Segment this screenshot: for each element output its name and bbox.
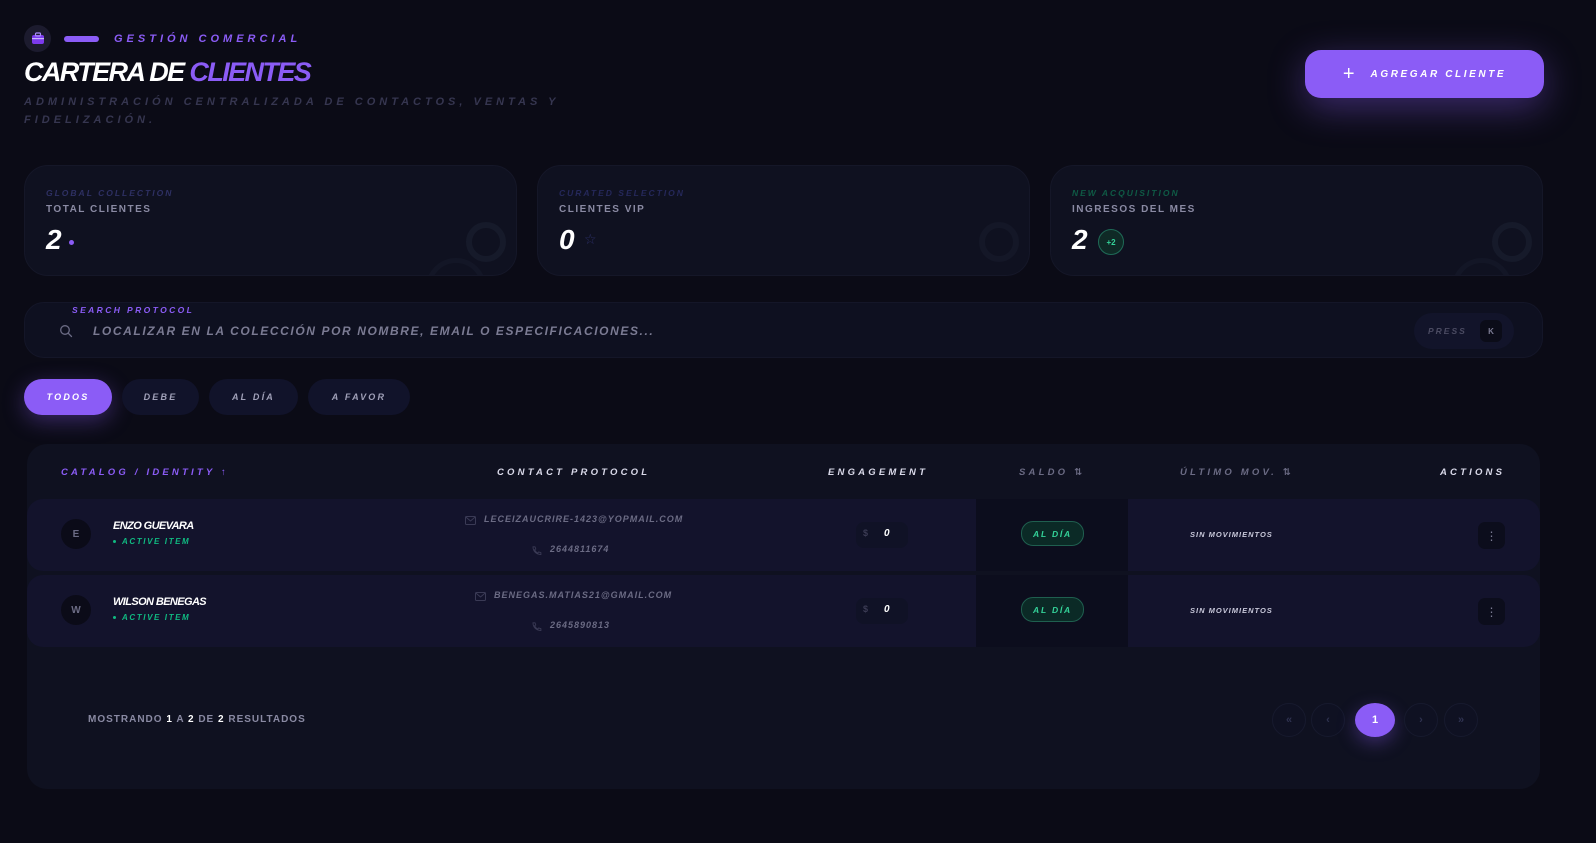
stat-card-total-clients: GLOBAL COLLECTION TOTAL CLIENTES 2 xyxy=(24,165,517,276)
engagement-value: 0 xyxy=(884,528,890,539)
phone-icon xyxy=(532,622,542,631)
stat-card-monthly-income: NEW ACQUISITION INGRESOS DEL MES 2 xyxy=(1050,165,1543,276)
results-prefix: MOSTRANDO xyxy=(88,714,163,725)
client-status-label: ACTIVE ITEM xyxy=(122,613,191,622)
search-input[interactable] xyxy=(93,319,993,343)
filter-a-favor[interactable]: A FAVOR xyxy=(308,379,410,415)
results-to: 2 xyxy=(187,714,195,725)
status-dot-icon xyxy=(113,616,116,620)
phone-icon xyxy=(532,546,542,555)
results-suffix: RESULTADOS xyxy=(228,714,306,725)
client-name[interactable]: ENZO GUEVARA xyxy=(113,520,194,532)
column-header-last-movement[interactable]: ÚLTIMO MOV. ⇅ xyxy=(1180,467,1294,478)
client-email[interactable]: LECEIZAUCRIRE-1423@YOPMAIL.COM xyxy=(484,514,683,524)
results-sep1: A xyxy=(176,714,185,725)
next-page-button[interactable]: › xyxy=(1404,703,1438,737)
add-client-button[interactable]: + AGREGAR CLIENTE xyxy=(1305,50,1544,98)
search-icon xyxy=(60,325,73,338)
status-badge: AL DÍA xyxy=(1021,521,1084,546)
star-icon: ☆ xyxy=(584,231,597,247)
results-from: 1 xyxy=(166,714,173,725)
page-1-button[interactable]: 1 xyxy=(1355,703,1395,737)
plus-icon: + xyxy=(1342,63,1355,85)
accent-dot-icon xyxy=(69,240,74,245)
client-status: ACTIVE ITEM xyxy=(113,613,190,622)
column-header-contact: CONTACT PROTOCOL xyxy=(497,467,651,478)
filter-al-dia[interactable]: AL DÍA xyxy=(209,379,298,415)
column-header-identity[interactable]: CATALOG / IDENTITY ↑ xyxy=(61,467,229,478)
stat-value: 0 xyxy=(559,224,575,255)
page-subtitle: ADMINISTRACIÓN CENTRALIZADA DE CONTACTOS… xyxy=(24,96,560,126)
new-clients-badge: +2 xyxy=(1098,229,1124,255)
mail-icon xyxy=(475,592,486,601)
filter-todos[interactable]: TODOS xyxy=(24,379,112,415)
results-summary: MOSTRANDO 1 A 2 DE 2 RESULTADOS xyxy=(88,714,306,725)
stat-value: 2 xyxy=(1072,224,1088,255)
column-header-actions: ACTIONS xyxy=(1440,467,1506,478)
decorative-ring-icon xyxy=(979,222,1019,262)
add-client-label: AGREGAR CLIENTE xyxy=(1370,68,1507,80)
status-badge: AL DÍA xyxy=(1021,597,1084,622)
row-actions-button[interactable]: ⋮ xyxy=(1478,522,1505,549)
engagement-value: 0 xyxy=(884,604,890,615)
last-movement: SIN MOVIMIENTOS xyxy=(1190,530,1273,539)
stat-kicker: NEW ACQUISITION xyxy=(1072,188,1180,198)
decorative-ring-icon xyxy=(1492,222,1532,262)
column-header-engagement: ENGAGEMENT xyxy=(828,467,929,478)
briefcase-icon xyxy=(24,25,51,52)
client-status-label: ACTIVE ITEM xyxy=(122,537,191,546)
stat-label: CLIENTES VIP xyxy=(559,204,646,215)
results-total: 2 xyxy=(218,714,225,725)
page-title-main: CARTERA DE xyxy=(24,57,185,87)
page-title: CARTERA DE CLIENTES xyxy=(24,56,312,88)
dollar-icon: $ xyxy=(863,528,869,538)
mail-icon xyxy=(465,516,476,525)
more-vertical-icon: ⋮ xyxy=(1485,604,1498,619)
page-title-accent: CLIENTES xyxy=(189,57,311,87)
last-movement: SIN MOVIMIENTOS xyxy=(1190,606,1273,615)
last-page-button[interactable]: » xyxy=(1444,703,1478,737)
client-email[interactable]: BENEGAS.MATIAS21@GMAIL.COM xyxy=(494,590,672,600)
stat-label: TOTAL CLIENTES xyxy=(46,204,152,215)
table-row[interactable]: W WILSON BENEGAS ACTIVE ITEM BENEGAS.MAT… xyxy=(27,575,1540,647)
client-phone[interactable]: 2644811674 xyxy=(550,544,609,554)
stat-card-vip-clients: CURATED SELECTION CLIENTES VIP 0 xyxy=(537,165,1030,276)
filter-debe[interactable]: DEBE xyxy=(122,379,199,415)
decorative-ring-icon xyxy=(1452,258,1512,275)
eyebrow-label: GESTIÓN COMERCIAL xyxy=(114,32,302,45)
more-vertical-icon: ⋮ xyxy=(1485,528,1498,543)
status-dot-icon xyxy=(113,540,116,544)
stat-value: 2 xyxy=(46,224,62,255)
table-row[interactable]: E ENZO GUEVARA ACTIVE ITEM LECEIZAUCRIRE… xyxy=(27,499,1540,571)
prev-page-button[interactable]: ‹ xyxy=(1311,703,1345,737)
first-page-button[interactable]: « xyxy=(1272,703,1306,737)
client-status: ACTIVE ITEM xyxy=(113,537,190,546)
avatar: E xyxy=(61,519,91,549)
column-header-saldo[interactable]: SALDO ⇅ xyxy=(1019,467,1085,478)
eyebrow-bar xyxy=(64,35,99,42)
header-eyebrow: GESTIÓN COMERCIAL xyxy=(24,25,301,52)
results-sep2: DE xyxy=(198,714,215,725)
shortcut-key: K xyxy=(1480,320,1502,342)
decorative-ring-icon xyxy=(426,258,486,275)
search-label: SEARCH PROTOCOL xyxy=(72,305,195,315)
avatar: W xyxy=(61,595,91,625)
client-name[interactable]: WILSON BENEGAS xyxy=(113,596,207,608)
client-phone[interactable]: 2645890813 xyxy=(550,620,610,630)
stat-kicker: GLOBAL COLLECTION xyxy=(46,188,174,198)
row-actions-button[interactable]: ⋮ xyxy=(1478,598,1505,625)
stat-label: INGRESOS DEL MES xyxy=(1072,204,1196,215)
decorative-ring-icon xyxy=(466,222,506,262)
stat-kicker: CURATED SELECTION xyxy=(559,188,685,198)
dollar-icon: $ xyxy=(863,604,869,614)
shortcut-press-label: PRESS xyxy=(1428,326,1467,336)
